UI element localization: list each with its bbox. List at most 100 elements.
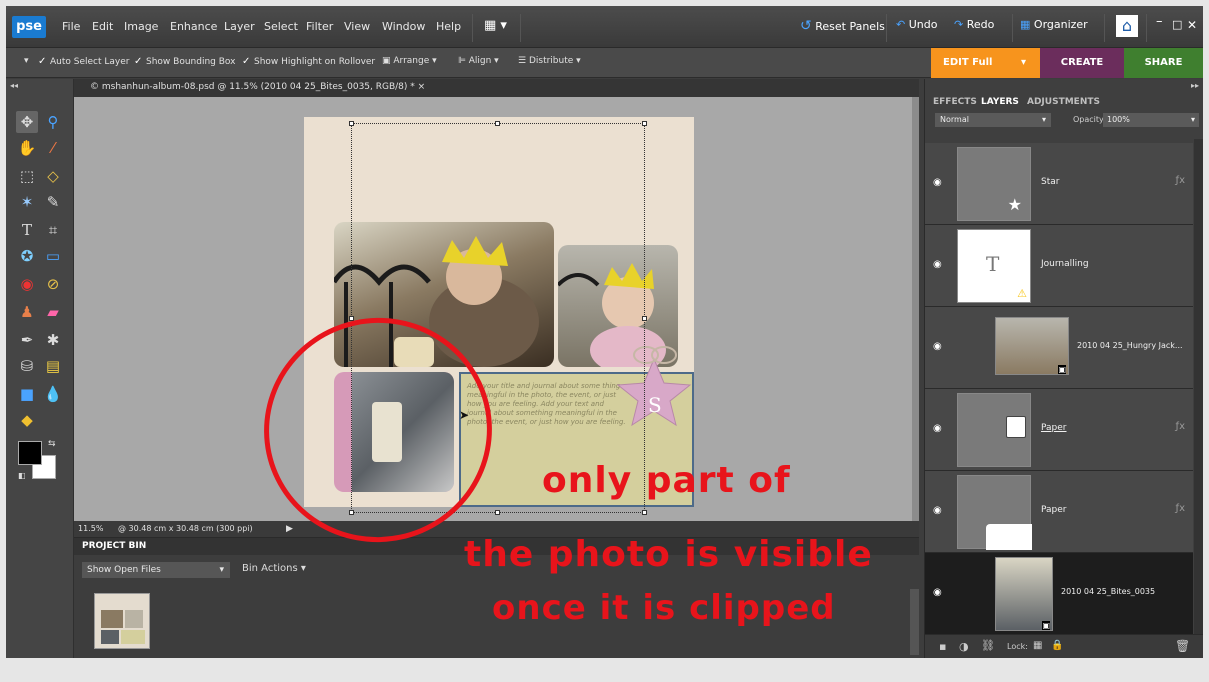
- move-tool-icon[interactable]: ✥: [16, 111, 38, 133]
- smart-brush-tool-icon[interactable]: ✱: [42, 329, 64, 351]
- highlight-checkbox[interactable]: ✓ Show Highlight on Rollover: [242, 56, 375, 67]
- default-colors-icon[interactable]: ◧: [18, 471, 26, 480]
- adjustment-layer-icon[interactable]: ◑: [959, 640, 969, 653]
- layer-paper-2[interactable]: ◉ Paper ƒx: [925, 471, 1193, 553]
- tab-adjustments[interactable]: ADJUSTMENTS: [1027, 97, 1100, 107]
- menu-edit[interactable]: Edit: [92, 20, 113, 33]
- layer-bites-0035[interactable]: ◉ ▣ 2010 04 25_Bites_0035: [925, 553, 1193, 635]
- canvas-area[interactable]: Add your title and journal about some th…: [74, 97, 912, 521]
- layers-scrollbar[interactable]: [1194, 139, 1203, 634]
- transform-handle[interactable]: [642, 510, 647, 515]
- align-button[interactable]: ⊫ Align ▾: [458, 56, 499, 66]
- visibility-eye-icon[interactable]: ◉: [933, 505, 942, 516]
- hand-tool-icon[interactable]: ✋: [16, 137, 38, 159]
- brush-tool-icon[interactable]: ✒: [16, 329, 38, 351]
- opacity-field[interactable]: 100% ▾: [1103, 113, 1199, 127]
- clone-stamp-tool-icon[interactable]: ♟: [16, 301, 38, 323]
- layer-thumbnail: [957, 475, 1032, 550]
- cookie-cutter-tool-icon[interactable]: ✪: [16, 245, 38, 267]
- maximize-icon[interactable]: □: [1172, 18, 1182, 31]
- recompose-tool-icon[interactable]: ▭: [42, 245, 64, 267]
- menu-image[interactable]: Image: [124, 20, 158, 33]
- lock-icon[interactable]: 🔒: [1051, 640, 1063, 651]
- expand-icon[interactable]: ▸▸: [1191, 81, 1199, 90]
- menu-help[interactable]: Help: [436, 20, 461, 33]
- collapse-icon[interactable]: ◂◂: [10, 81, 18, 90]
- type-tool-icon[interactable]: T: [16, 219, 38, 241]
- tab-create[interactable]: CREATE: [1040, 48, 1124, 78]
- options-dropdown-icon[interactable]: ▾: [24, 56, 29, 66]
- reset-panels-button[interactable]: ↺ Reset Panels: [800, 18, 885, 34]
- redo-button[interactable]: ↷ Redo: [954, 18, 994, 31]
- tab-share[interactable]: SHARE: [1124, 48, 1203, 78]
- zoom-tool-icon[interactable]: ⚲: [42, 111, 64, 133]
- layer-name: 2010 04 25_Bites_0035: [1061, 587, 1156, 596]
- gradient-tool-icon[interactable]: ▤: [42, 355, 64, 377]
- sponge-tool-icon[interactable]: ◆: [16, 409, 38, 431]
- menu-layer[interactable]: Layer: [224, 20, 255, 33]
- home-icon[interactable]: ⌂: [1116, 15, 1138, 37]
- foreground-color-swatch[interactable]: [18, 441, 42, 465]
- visibility-eye-icon[interactable]: ◉: [933, 423, 942, 434]
- tab-layers[interactable]: LAYERS: [981, 97, 1019, 107]
- close-icon[interactable]: ✕: [1187, 18, 1197, 32]
- healing-brush-tool-icon[interactable]: ⊘: [42, 273, 64, 295]
- star-icon: ★: [1007, 195, 1022, 214]
- bin-show-select[interactable]: Show Open Files ▾: [82, 562, 230, 578]
- lasso-tool-icon[interactable]: ◇: [42, 165, 64, 187]
- quick-selection-tool-icon[interactable]: ✎: [42, 191, 64, 213]
- transform-handle[interactable]: [349, 121, 354, 126]
- eraser-tool-icon[interactable]: ▰: [42, 301, 64, 323]
- bin-thumbnail[interactable]: [94, 593, 150, 649]
- layer-paper-1[interactable]: ◉ Paper ƒx: [925, 389, 1193, 471]
- transform-handle[interactable]: [642, 316, 647, 321]
- layer-star[interactable]: ◉ ★ Star ƒx: [925, 143, 1193, 225]
- menu-enhance[interactable]: Enhance: [170, 20, 217, 33]
- organizer-button[interactable]: ▦ Organizer: [1020, 18, 1088, 31]
- layer-journalling[interactable]: ◉ T ⚠ Journalling: [925, 225, 1193, 307]
- undo-button[interactable]: ↶ Undo: [896, 18, 937, 31]
- menu-filter[interactable]: Filter: [306, 20, 333, 33]
- clip-icon: ▣: [1042, 621, 1050, 630]
- bin-actions-menu[interactable]: Bin Actions ▾: [242, 563, 306, 574]
- red-eye-tool-icon[interactable]: ◉: [16, 273, 38, 295]
- visibility-eye-icon[interactable]: ◉: [933, 177, 942, 188]
- new-layer-icon[interactable]: ▪: [939, 640, 946, 653]
- tab-effects[interactable]: EFFECTS: [933, 97, 977, 107]
- menu-window[interactable]: Window: [382, 20, 425, 33]
- lock-transparency-icon[interactable]: ▦: [1033, 640, 1042, 651]
- transform-handle[interactable]: [495, 510, 500, 515]
- organizer-icon: ▦: [1020, 18, 1031, 31]
- visibility-eye-icon[interactable]: ◉: [933, 341, 942, 352]
- visibility-eye-icon[interactable]: ◉: [933, 259, 942, 270]
- crop-tool-icon[interactable]: ⌗: [42, 219, 64, 241]
- trash-icon[interactable]: 🗑: [1175, 639, 1190, 653]
- swap-colors-icon[interactable]: ⇆: [48, 439, 56, 449]
- layer-hungry-jack[interactable]: ◉ ▣ 2010 04 25_Hungry Jack...: [925, 307, 1193, 389]
- distribute-button[interactable]: ☰ Distribute ▾: [518, 56, 581, 66]
- layout-icon[interactable]: ▦ ▾: [484, 18, 507, 33]
- menu-file[interactable]: File: [62, 20, 80, 33]
- blur-tool-icon[interactable]: 💧: [42, 383, 64, 405]
- arrange-button[interactable]: ▣ Arrange ▾: [382, 56, 437, 66]
- status-arrow-icon[interactable]: ▶: [286, 524, 293, 534]
- blend-mode-select[interactable]: Normal ▾: [935, 113, 1051, 127]
- link-icon[interactable]: ⛓: [981, 639, 995, 652]
- paint-bucket-tool-icon[interactable]: ⛁: [16, 355, 38, 377]
- magic-wand-tool-icon[interactable]: ✶: [16, 191, 38, 213]
- minimize-icon[interactable]: –: [1156, 14, 1163, 29]
- tab-edit-full[interactable]: EDIT Full ▾: [931, 48, 1040, 78]
- bounding-box-checkbox[interactable]: ✓ Show Bounding Box: [134, 56, 235, 67]
- bin-scrollbar[interactable]: [910, 589, 919, 655]
- eyedropper-tool-icon[interactable]: ⁄: [42, 137, 64, 159]
- document-tab[interactable]: © mshanhun-album-08.psd @ 11.5% (2010 04…: [90, 82, 425, 92]
- transform-handle[interactable]: [495, 121, 500, 126]
- auto-select-checkbox[interactable]: ✓ Auto Select Layer: [38, 56, 129, 67]
- shape-tool-icon[interactable]: ■: [16, 383, 38, 405]
- menu-select[interactable]: Select: [264, 20, 298, 33]
- marquee-tool-icon[interactable]: ⬚: [16, 165, 38, 187]
- menu-view[interactable]: View: [344, 20, 370, 33]
- visibility-eye-icon[interactable]: ◉: [933, 587, 942, 598]
- canvas-scrollbar[interactable]: [912, 97, 919, 521]
- transform-handle[interactable]: [642, 121, 647, 126]
